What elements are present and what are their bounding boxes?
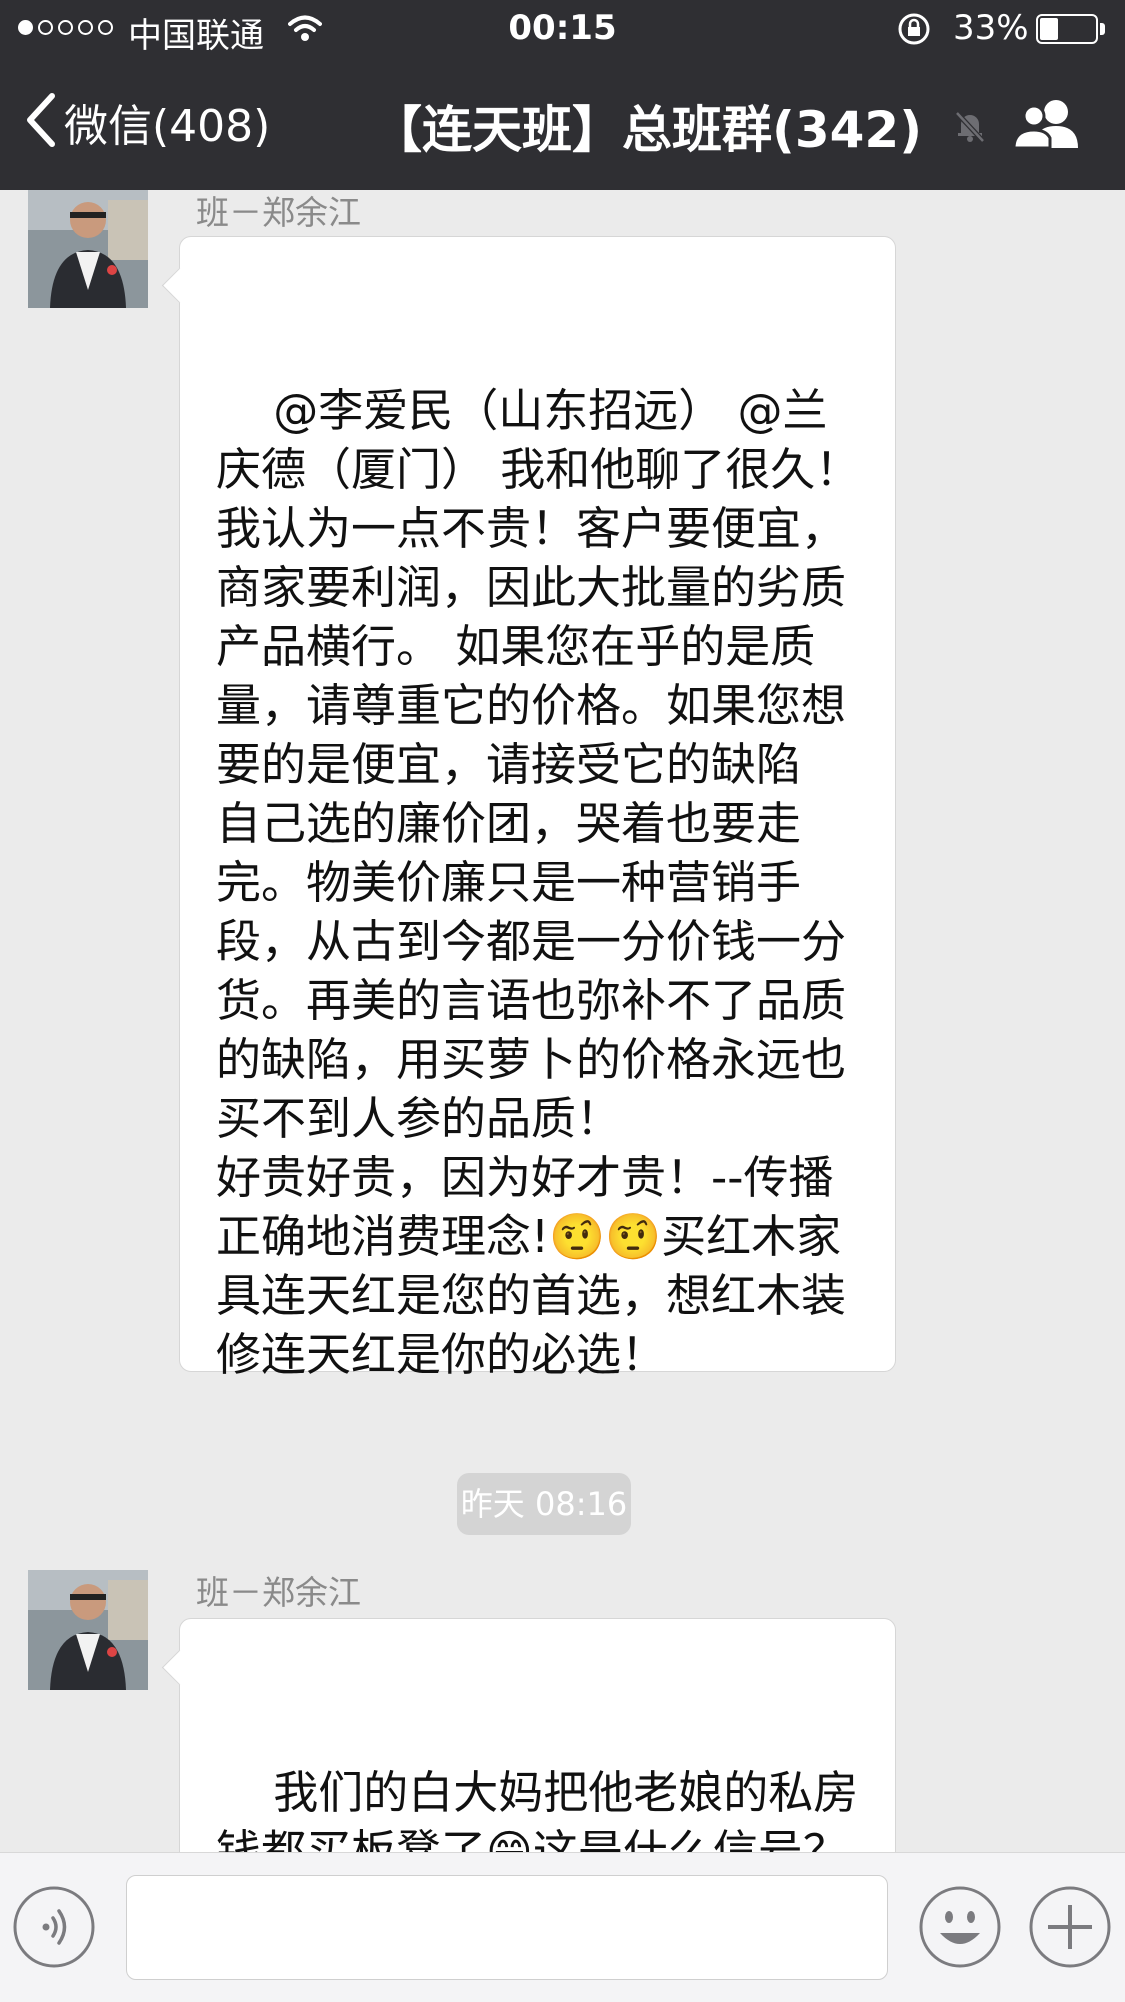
battery-percent: 33%	[953, 8, 1029, 48]
nav-bar: 微信(408) 【连天班】总班群(342)	[0, 60, 1125, 190]
chat-area[interactable]: 班－郑余江 @李爱民（山东招远） @兰庆德（厦门） 我和他聊了很久！我认为一点不…	[0, 190, 1125, 1852]
sender-name: 班－郑余江	[196, 1573, 361, 1612]
message-bubble[interactable]: 我们的白大妈把他老娘的私房钱都买板凳了😁这是什么信号？难道有什么内幕消息😁🤔 🤔	[161, 1618, 896, 1852]
plus-icon[interactable]	[1028, 1885, 1112, 1969]
timestamp: 昨天 08:16	[457, 1473, 631, 1535]
bubble-arrow	[161, 1649, 198, 1686]
top-bar: 中国联通 00:15 33% 微信(408) 【连天班】总班群(342)	[0, 0, 1125, 190]
battery-icon	[1036, 14, 1098, 44]
chat-title: 【连天班】总班群(342)	[372, 101, 923, 159]
message-input[interactable]	[126, 1875, 888, 1980]
battery-cap	[1100, 23, 1105, 35]
avatar[interactable]	[28, 1570, 148, 1690]
bubble-arrow	[161, 267, 198, 304]
sender-name: 班－郑余江	[196, 193, 361, 232]
message-bubble[interactable]: @李爱民（山东招远） @兰庆德（厦门） 我和他聊了很久！我认为一点不贵！客户要便…	[161, 236, 896, 1381]
voice-icon[interactable]	[12, 1885, 96, 1969]
battery-fill	[1040, 18, 1058, 40]
status-bar: 中国联通 00:15 33%	[0, 0, 1125, 60]
avatar[interactable]	[28, 190, 148, 308]
emoji-icon[interactable]	[918, 1885, 1002, 1969]
rotation-lock-icon	[897, 12, 931, 50]
chevron-left-icon	[24, 92, 58, 152]
group-members-icon[interactable]	[1012, 96, 1084, 156]
message-text: 我们的白大妈把他老娘的私房钱都买板凳了😁这是什么信号？难道有什么内幕消息😁🤔 🤔	[216, 1766, 859, 1852]
input-bar	[0, 1852, 1125, 2002]
message-text: @李爱民（山东招远） @兰庆德（厦门） 我和他聊了很久！我认为一点不贵！客户要便…	[216, 384, 861, 1381]
back-button[interactable]: 微信(408)	[24, 90, 270, 154]
mute-bell-icon	[952, 108, 988, 148]
back-label: 微信(408)	[64, 101, 271, 152]
